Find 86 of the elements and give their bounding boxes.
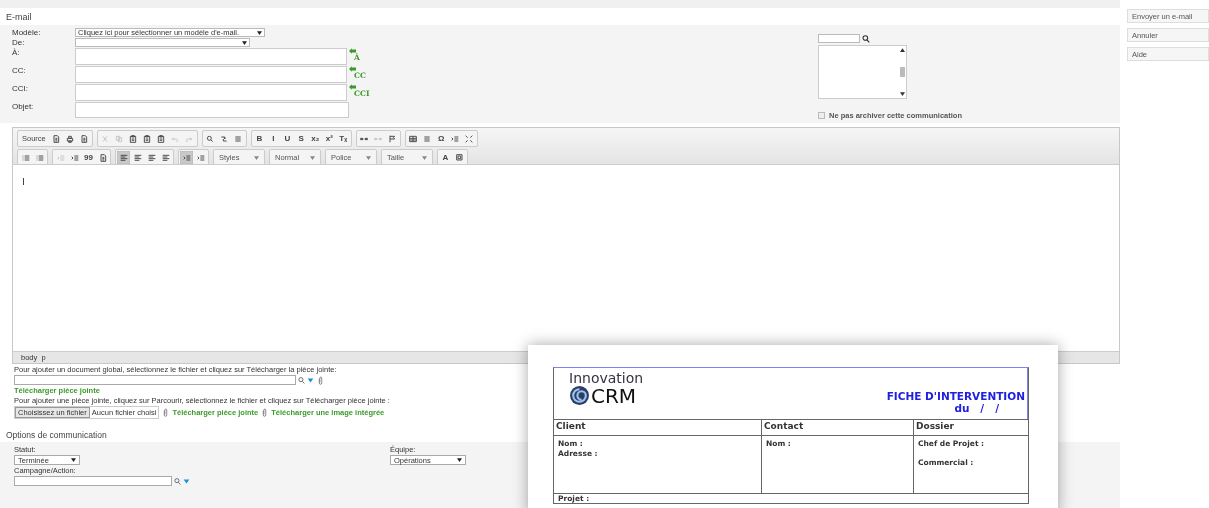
column-header: Dossier: [914, 420, 1028, 436]
caret-icon: [242, 40, 247, 45]
arrow-icon[interactable]: [349, 48, 356, 54]
replace-icon: [220, 134, 229, 143]
format-button[interactable]: S: [294, 132, 308, 145]
field-label: Modèle:: [12, 28, 42, 37]
paperclip-icon[interactable]: [163, 408, 169, 417]
field-label: CC:: [12, 66, 27, 75]
format-button[interactable]: x₂: [308, 132, 322, 145]
indent-icon: [196, 153, 205, 162]
recipient-field[interactable]: [75, 48, 347, 65]
scroll-thumb[interactable]: [899, 67, 905, 77]
indent-icon: [70, 153, 79, 162]
format-button[interactable]: Tₓ: [336, 132, 350, 145]
field-label: Objet:: [12, 102, 35, 111]
indent-icon: [56, 153, 65, 162]
caret-icon: [366, 155, 371, 160]
scissors-icon: [101, 134, 110, 143]
caret-icon: [422, 155, 427, 160]
flag-icon: [388, 134, 397, 143]
dropdown-icon[interactable]: [183, 477, 190, 485]
select-field[interactable]: [75, 38, 250, 47]
document-field[interactable]: [14, 375, 296, 385]
align-icon: [133, 153, 142, 162]
caret-icon: [71, 458, 76, 462]
format-button[interactable]: U: [280, 132, 294, 145]
swirl-icon: [569, 385, 590, 406]
print-icon: [66, 134, 75, 143]
document-date: du / /: [954, 402, 1000, 414]
undo-icon: [171, 134, 180, 143]
paperclip-icon[interactable]: [318, 375, 323, 385]
clipboard-icon: [129, 134, 138, 143]
dropdown-icon[interactable]: [307, 376, 314, 384]
background-color-icon: [455, 153, 464, 162]
campaign-field[interactable]: [14, 476, 172, 486]
toolbar-button[interactable]: [117, 151, 130, 164]
caret-icon: [254, 155, 259, 160]
arrow-icon[interactable]: [349, 66, 356, 72]
format-button[interactable]: B: [252, 132, 266, 145]
arrow-icon[interactable]: [349, 84, 356, 90]
format-button[interactable]: x²: [322, 132, 336, 145]
caret-icon: [457, 458, 462, 462]
field-label: De:: [12, 38, 26, 47]
section-title: E-mail: [6, 11, 32, 22]
align-icon: [147, 153, 156, 162]
recipient-field[interactable]: [75, 66, 347, 83]
indent-icon: [451, 134, 460, 143]
search-field[interactable]: [818, 34, 860, 43]
column-header: Client: [554, 420, 762, 436]
caret-icon: [310, 155, 315, 160]
scroll-up-icon[interactable]: [899, 48, 905, 52]
format-button[interactable]: 99: [82, 151, 95, 164]
recipient-field[interactable]: [75, 84, 347, 101]
logo: Innovation CRM: [568, 369, 644, 410]
field-label: CCI:: [12, 84, 29, 93]
text-color-button[interactable]: A: [439, 151, 452, 164]
clipboard-icon: [157, 134, 166, 143]
scrollbar[interactable]: [898, 46, 906, 98]
table-icon: [409, 134, 418, 143]
document-icon: [52, 134, 61, 143]
document-icon: [98, 153, 107, 162]
document-title: FICHE D'INTERVENTION: [886, 390, 1025, 402]
clipboard-icon: [143, 134, 152, 143]
field-label: À:: [12, 48, 21, 57]
maximize-icon: [465, 134, 474, 143]
redo-icon: [185, 134, 194, 143]
format-button[interactable]: Ω: [434, 132, 448, 145]
indent-icon: [182, 153, 191, 162]
caret-icon: [257, 30, 262, 35]
toolbar-button[interactable]: [453, 151, 466, 164]
search-icon[interactable]: [862, 34, 870, 43]
align-icon: [161, 153, 170, 162]
lines-icon: [234, 134, 243, 143]
paperclip-icon[interactable]: [262, 408, 268, 417]
text-cursor: [23, 178, 24, 185]
scroll-down-icon[interactable]: [899, 92, 905, 96]
copy-icon: [115, 134, 124, 143]
subject-field[interactable]: [75, 102, 349, 118]
column-header: Contact: [762, 420, 914, 436]
document-icon: [80, 134, 89, 143]
align-icon: [119, 153, 128, 162]
format-button[interactable]: I: [266, 132, 280, 145]
lines-icon: [423, 134, 432, 143]
search-icon: [206, 134, 215, 143]
checkbox[interactable]: [818, 112, 825, 119]
section-title: Options de communication: [6, 430, 107, 440]
